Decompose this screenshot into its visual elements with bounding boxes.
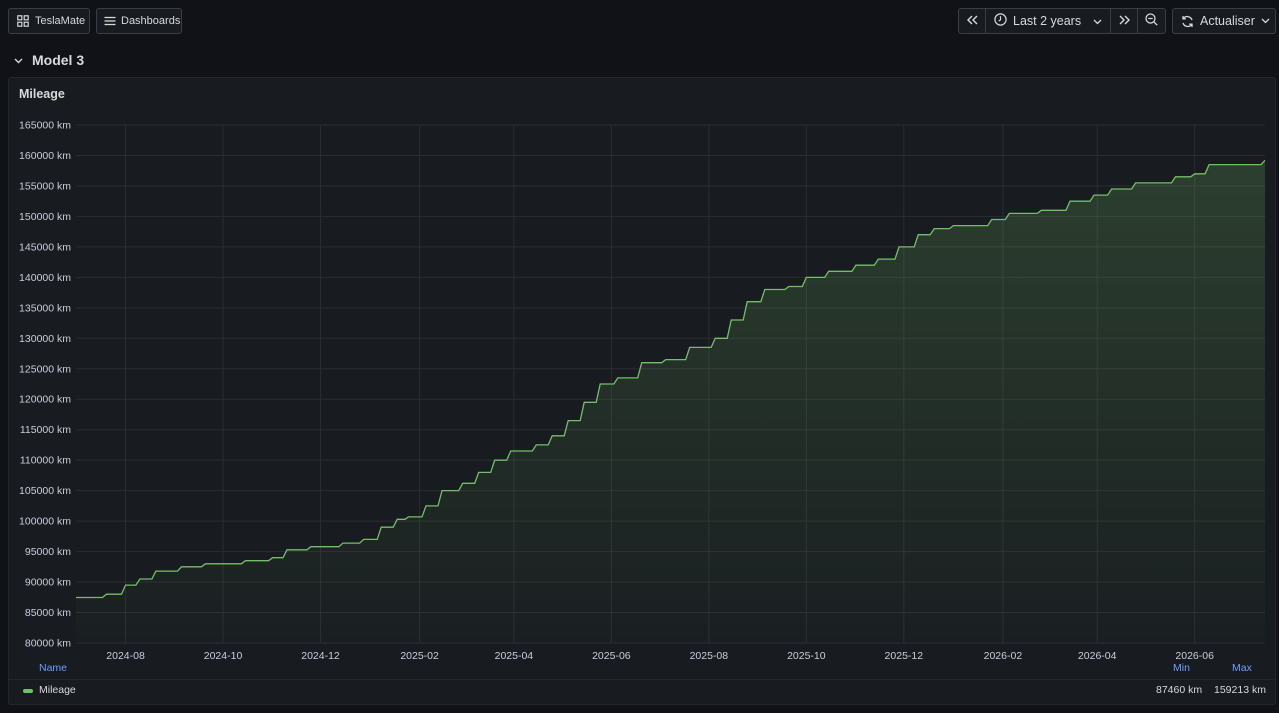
y-tick-label: 105000 km	[19, 485, 71, 497]
home-dashboard-button[interactable]: TeslaMate	[8, 8, 90, 34]
time-range-controls: Last 2 years	[958, 8, 1166, 34]
top-navbar: TeslaMate Dashboards Last 2 years Actual…	[0, 0, 1279, 42]
x-tick-label: 2026-04	[1078, 650, 1117, 662]
y-tick-label: 160000 km	[19, 150, 71, 162]
legend-swatch	[23, 689, 33, 693]
y-tick-label: 130000 km	[19, 333, 71, 345]
chevron-down-icon	[1093, 14, 1102, 28]
legend-row[interactable]: Mileage 87460 km 159213 km	[9, 679, 1275, 699]
grid-icon	[17, 15, 29, 27]
legend-max-header[interactable]: Max	[1232, 662, 1252, 674]
double-chevron-right-icon	[1119, 14, 1130, 28]
refresh-icon	[1181, 15, 1194, 28]
x-tick-label: 2025-10	[787, 650, 826, 662]
y-tick-label: 145000 km	[19, 241, 71, 253]
y-tick-label: 135000 km	[19, 302, 71, 314]
y-tick-label: 95000 km	[25, 546, 71, 558]
y-tick-label: 110000 km	[20, 455, 71, 467]
x-tick-label: 2024-10	[204, 650, 243, 662]
zoom-out-button[interactable]	[1138, 9, 1165, 33]
x-tick-label: 2025-06	[592, 650, 631, 662]
legend-name-header[interactable]: Name	[39, 662, 67, 674]
time-shift-back-button[interactable]	[959, 9, 986, 33]
home-dashboard-label: TeslaMate	[35, 15, 86, 27]
double-chevron-left-icon	[966, 14, 978, 28]
y-tick-label: 150000 km	[19, 211, 71, 223]
refresh-button[interactable]: Actualiser	[1172, 8, 1276, 34]
y-tick-label: 125000 km	[19, 363, 71, 375]
y-tick-label: 165000 km	[19, 120, 71, 132]
menu-icon	[104, 16, 116, 26]
y-tick-label: 85000 km	[25, 607, 71, 619]
chevron-down-icon	[1261, 18, 1270, 24]
x-tick-label: 2025-02	[400, 650, 439, 662]
legend-min-value: 87460 km	[1156, 684, 1203, 696]
mileage-chart[interactable]: 80000 km 85000 km 90000 km 95000 km 100000 k…	[9, 78, 1275, 662]
y-tick-label: 80000 km	[25, 638, 71, 650]
x-tick-label: 2026-02	[984, 650, 1023, 662]
legend-series-name: Mileage	[39, 684, 76, 696]
x-tick-label: 2025-04	[495, 650, 534, 662]
y-tick-label: 120000 km	[19, 394, 71, 406]
x-tick-label: 2024-08	[106, 650, 145, 662]
y-tick-label: 100000 km	[19, 516, 71, 528]
x-tick-label: 2025-12	[885, 650, 924, 662]
refresh-label: Actualiser	[1200, 14, 1255, 28]
x-tick-label: 2024-12	[301, 650, 340, 662]
x-tick-label: 2026-06	[1175, 650, 1214, 662]
zoom-out-icon	[1145, 13, 1158, 29]
dashboards-label: Dashboards	[121, 15, 181, 27]
y-tick-label: 115000 km	[20, 424, 71, 436]
legend-max-value: 159213 km	[1214, 684, 1266, 696]
row-title: Model 3	[32, 52, 85, 68]
mileage-panel: Mileage 80000 km 85000 km 90000 km 95000 km…	[8, 77, 1276, 705]
dashboards-button[interactable]: Dashboards	[96, 8, 182, 34]
row-collapse-toggle[interactable]: Model 3	[14, 50, 84, 70]
time-shift-forward-button[interactable]	[1111, 9, 1138, 33]
time-range-picker[interactable]: Last 2 years	[986, 9, 1111, 33]
series-area-mileage	[76, 160, 1265, 644]
y-tick-label: 140000 km	[19, 272, 71, 284]
clock-icon	[994, 13, 1007, 29]
y-tick-label: 90000 km	[25, 577, 71, 589]
legend-min-header[interactable]: Min	[1173, 662, 1190, 674]
x-tick-label: 2025-08	[690, 650, 729, 662]
time-range-label: Last 2 years	[1013, 14, 1082, 28]
chevron-down-icon	[14, 51, 23, 69]
y-tick-label: 155000 km	[19, 180, 71, 192]
